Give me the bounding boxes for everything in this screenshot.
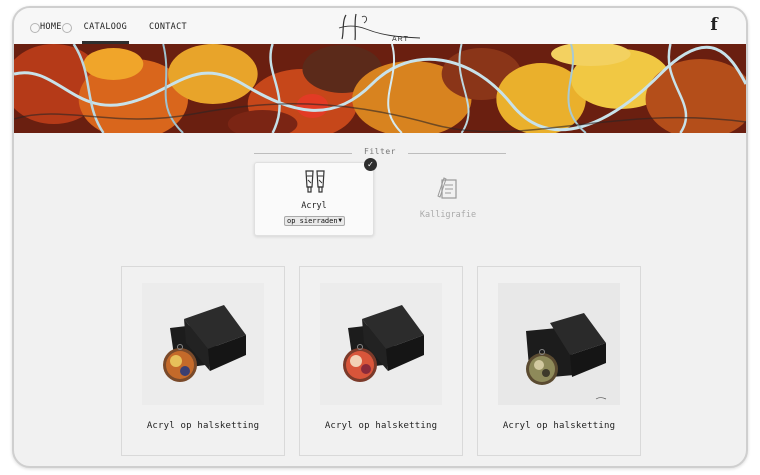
product-image xyxy=(320,283,442,405)
category-kalligrafie-label: Kalligrafie xyxy=(419,210,477,220)
hero-banner-artwork xyxy=(14,44,746,133)
select-value: op sierraden xyxy=(287,217,338,225)
product-title[interactable]: Acryl op halsketting xyxy=(300,421,462,431)
product-card[interactable]: Acryl op halsketting xyxy=(299,266,463,456)
filter-divider: Filter xyxy=(254,147,506,159)
facebook-icon[interactable]: f xyxy=(706,16,722,34)
h-art-logo[interactable]: ART xyxy=(336,11,426,43)
product-image xyxy=(498,283,620,405)
product-title[interactable]: Acryl op halsketting xyxy=(122,421,284,431)
nav-contact[interactable]: CONTACT xyxy=(147,8,189,44)
product-card[interactable]: Acryl op halsketting xyxy=(121,266,285,456)
product-card[interactable]: Acryl op halsketting xyxy=(477,266,641,456)
nav-home[interactable]: HOME xyxy=(38,8,64,44)
check-icon: ✓ xyxy=(364,158,377,171)
nav-catalog[interactable]: CATALOOG xyxy=(81,8,130,44)
svg-text:ART: ART xyxy=(392,36,409,43)
filter-label: Filter xyxy=(364,147,396,156)
calligraphy-icon xyxy=(437,177,457,199)
category-acryl-card[interactable]: Acryl op sierraden ▼ xyxy=(254,162,374,236)
chevron-down-icon: ▼ xyxy=(338,217,342,224)
product-image xyxy=(142,283,264,405)
category-acryl-select[interactable]: op sierraden ▼ xyxy=(284,216,345,226)
category-acryl-label: Acryl xyxy=(301,201,327,211)
navbar: HOME CATALOOG CONTACT ART f xyxy=(14,8,746,44)
browser-frame: HOME CATALOOG CONTACT ART f Filter Acryl… xyxy=(12,6,748,468)
category-kalligrafie-card[interactable]: Kalligrafie xyxy=(406,176,490,226)
paint-tubes-icon xyxy=(305,170,325,193)
product-title[interactable]: Acryl op halsketting xyxy=(478,421,640,431)
nav-links: HOME CATALOOG CONTACT xyxy=(38,8,207,44)
